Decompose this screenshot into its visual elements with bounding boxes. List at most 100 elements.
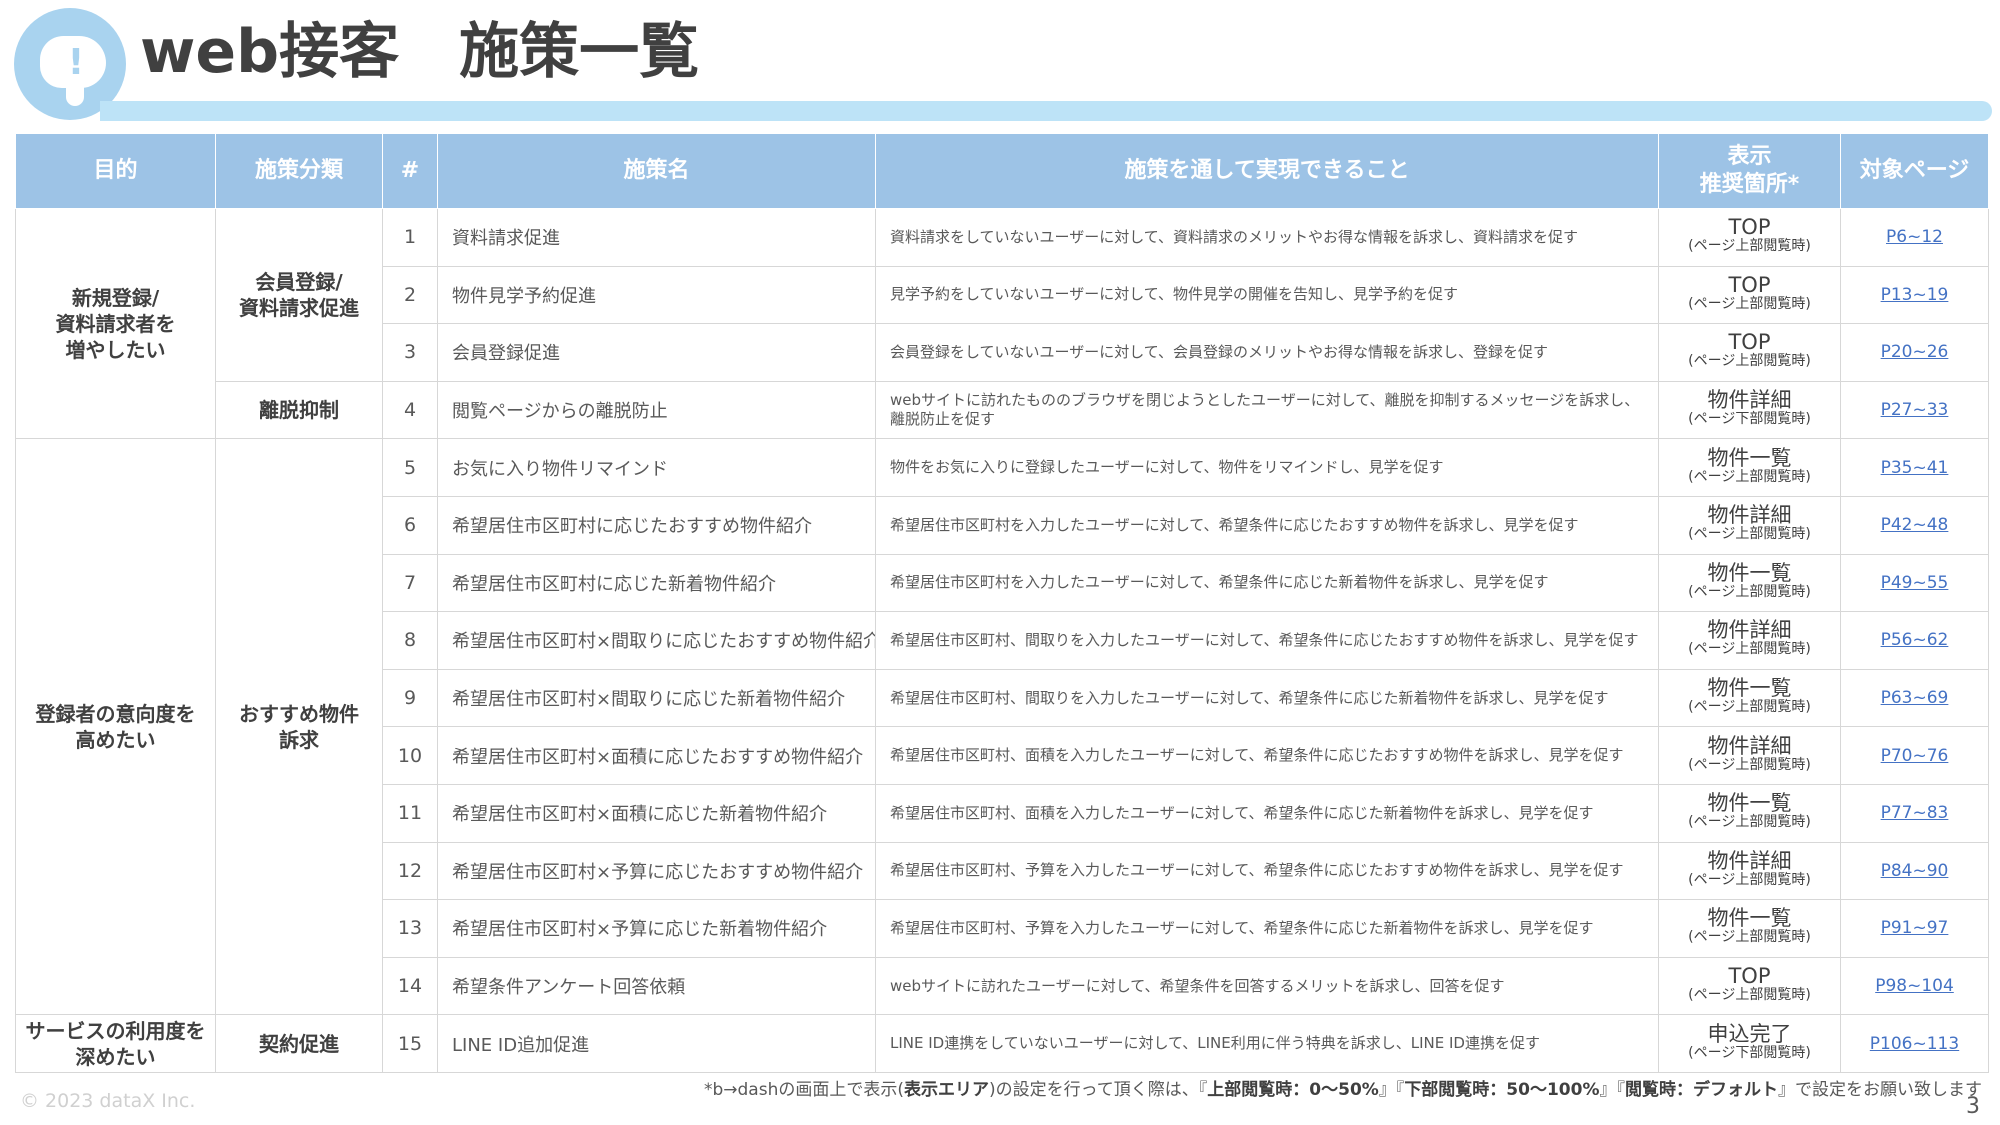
display-area-timing: (ページ上部閲覧時) (1688, 353, 1811, 370)
row-number: 11 (382, 783, 438, 843)
measure-name: LINE ID追加促進 (437, 1014, 876, 1073)
target-pages-cell: P13~19 (1840, 265, 1989, 325)
display-area-page: TOP (1728, 330, 1771, 355)
target-pages-link[interactable]: P20~26 (1881, 342, 1949, 362)
target-pages-link[interactable]: P98~104 (1875, 976, 1954, 996)
target-pages-link[interactable]: P77~83 (1881, 803, 1949, 823)
display-area-page: 物件詳細 (1707, 503, 1792, 528)
measure-description: 希望居住市区町村、予算を入力したユーザーに対して、希望条件に応じたおすすめ物件を… (875, 841, 1659, 901)
header-target-pages: 対象ページ (1840, 133, 1989, 209)
footnote-bold: 下部閲覧時：50～100% (1404, 1080, 1600, 1100)
target-pages-link[interactable]: P6~12 (1886, 227, 1943, 247)
footnote: *b→dashの画面上で表示(表示エリア)の設定を行って頂く際は、『上部閲覧時：… (704, 1075, 1982, 1100)
display-area-timing: (ページ上部閲覧時) (1688, 641, 1811, 658)
target-pages-link[interactable]: P27~33 (1881, 400, 1949, 420)
purpose-cell: 登録者の意向度を 高めたい (15, 438, 216, 1016)
measure-name: 希望居住市区町村×面積に応じたおすすめ物件紹介 (437, 726, 876, 785)
target-pages-link[interactable]: P91~97 (1881, 918, 1949, 938)
measure-description: 物件をお気に入りに登録したユーザーに対して、物件をリマインドし、見学を促す (875, 438, 1659, 497)
measure-description: webサイトに訪れたもののブラウザを閉じようとしたユーザーに対して、離脱を抑制す… (875, 380, 1659, 440)
measure-name: 希望居住市区町村×予算に応じたおすすめ物件紹介 (437, 841, 876, 901)
header-category: 施策分類 (215, 133, 383, 209)
target-pages-link[interactable]: P56~62 (1881, 630, 1949, 650)
row-number: 12 (382, 841, 438, 901)
target-pages-cell: P49~55 (1840, 553, 1989, 613)
target-pages-cell: P42~48 (1840, 495, 1989, 555)
header-achievable: 施策を通して実現できること (875, 133, 1659, 209)
display-area-page: 物件一覧 (1707, 445, 1792, 470)
display-area-page: 物件詳細 (1707, 388, 1792, 413)
table-row: 新規登録/ 資料請求者を 増やしたい 会員登録/ 資料請求促進 1 資料請求促進 資料請… (15, 207, 1989, 440)
measure-description: 希望居住市区町村を入力したユーザーに対して、希望条件に応じたおすすめ物件を訴求し… (875, 495, 1659, 555)
measure-name: 希望居住市区町村×予算に応じた新着物件紹介 (437, 899, 876, 958)
category-cell: おすすめ物件 訴求 (215, 438, 383, 1016)
measure-description: 希望居住市区町村、間取りを入力したユーザーに対して、希望条件に応じた新着物件を訴… (875, 668, 1659, 728)
footnote-bold: 表示エリア (903, 1080, 989, 1100)
display-area-timing: (ページ上部閲覧時) (1688, 929, 1811, 946)
display-area-timing: (ページ上部閲覧時) (1688, 756, 1811, 773)
target-pages-cell: P91~97 (1840, 899, 1989, 958)
row-number: 5 (382, 438, 438, 497)
display-area-page: TOP (1728, 964, 1771, 989)
footnote-bold: 閲覧時：デフォルト (1625, 1080, 1778, 1100)
row-number: 9 (382, 668, 438, 728)
display-area-page: 物件一覧 (1707, 676, 1792, 701)
display-area-page: 物件一覧 (1707, 560, 1792, 585)
target-pages-cell: P20~26 (1840, 323, 1989, 382)
target-pages-link[interactable]: P49~55 (1881, 573, 1949, 593)
page-title: web接客 施策一覧 (140, 17, 700, 87)
display-area-timing: (ページ上部閲覧時) (1688, 871, 1811, 888)
footnote-bold: 上部閲覧時：0～50% (1207, 1080, 1379, 1100)
display-area-timing: (ページ上部閲覧時) (1688, 468, 1811, 485)
target-pages-link[interactable]: P35~41 (1881, 458, 1949, 478)
measure-name: 希望居住市区町村×間取りに応じたおすすめ物件紹介 (437, 611, 876, 670)
display-area-cell: 物件一覧 (ページ上部閲覧時) (1658, 553, 1841, 613)
measure-name: 希望居住市区町村に応じたおすすめ物件紹介 (437, 495, 876, 555)
display-area-page: 物件一覧 (1707, 906, 1792, 931)
measure-description: 希望居住市区町村、面積を入力したユーザーに対して、希望条件に応じた新着物件を訴求… (875, 783, 1659, 843)
display-area-cell: 物件詳細 (ページ下部閲覧時) (1658, 380, 1841, 440)
measure-description: 資料請求をしていないユーザーに対して、資料請求のメリットやお得な情報を訴求し、資… (875, 208, 1659, 267)
display-area-timing: (ページ上部閲覧時) (1688, 295, 1811, 312)
display-area-cell: 申込完了 (ページ下部閲覧時) (1658, 1014, 1841, 1073)
display-area-cell: 物件一覧 (ページ上部閲覧時) (1658, 438, 1841, 497)
display-area-page: TOP (1728, 272, 1771, 297)
target-pages-link[interactable]: P13~19 (1881, 285, 1949, 305)
display-area-timing: (ページ下部閲覧時) (1688, 1044, 1811, 1061)
table-row: 登録者の意向度を 高めたい おすすめ物件 訴求 5 お気に入り物件リマインド 物件をお気… (15, 438, 1989, 1016)
display-area-cell: 物件詳細 (ページ上部閲覧時) (1658, 726, 1841, 785)
target-pages-link[interactable]: P106~113 (1870, 1034, 1959, 1054)
measure-name: 閲覧ページからの離脱防止 (437, 380, 876, 440)
target-pages-link[interactable]: P70~76 (1881, 746, 1949, 766)
row-number: 3 (382, 323, 438, 382)
display-area-timing: (ページ上部閲覧時) (1688, 526, 1811, 543)
display-area-timing: (ページ上部閲覧時) (1688, 814, 1811, 831)
target-pages-cell: P27~33 (1840, 380, 1989, 440)
footnote-text: 』で設定をお願い致します (1778, 1080, 1982, 1100)
table-header-row: 目的 施策分類 # 施策名 施策を通して実現できること 表示 推奨箇所* 対象ペ… (15, 133, 1989, 209)
target-pages-link[interactable]: P42~48 (1881, 515, 1949, 535)
display-area-timing: (ページ下部閲覧時) (1688, 411, 1811, 428)
target-pages-link[interactable]: P84~90 (1881, 861, 1949, 881)
display-area-timing: (ページ上部閲覧時) (1688, 699, 1811, 716)
display-area-cell: 物件一覧 (ページ上部閲覧時) (1658, 783, 1841, 843)
table-row: 離脱抑制 4 閲覧ページからの離脱防止 webサイトに訪れたもののブラウザを閉じようと… (16, 380, 1989, 440)
measure-description: 会員登録をしていないユーザーに対して、会員登録のメリットやお得な情報を訴求し、登… (875, 323, 1659, 382)
display-area-cell: TOP (ページ上部閲覧時) (1658, 956, 1841, 1016)
target-pages-cell: P84~90 (1840, 841, 1989, 901)
measure-name: 希望居住市区町村に応じた新着物件紹介 (437, 553, 876, 613)
header-number: # (382, 133, 438, 209)
display-area-cell: TOP (ページ上部閲覧時) (1658, 208, 1841, 267)
purpose-cell: サービスの利用度を 深めたい (15, 1014, 216, 1073)
footnote-text: *b→dashの画面上で表示( (703, 1080, 904, 1100)
target-pages-cell: P77~83 (1840, 783, 1989, 843)
header-measure-name: 施策名 (437, 133, 876, 209)
target-pages-link[interactable]: P63~69 (1881, 688, 1949, 708)
display-area-page: 物件詳細 (1707, 848, 1792, 873)
measure-name: 希望居住市区町村×間取りに応じた新着物件紹介 (437, 668, 876, 728)
target-pages-cell: P6~12 (1840, 208, 1989, 267)
row-number: 8 (382, 611, 438, 670)
display-area-cell: 物件詳細 (ページ上部閲覧時) (1658, 841, 1841, 901)
target-pages-cell: P35~41 (1840, 438, 1989, 497)
title-underline-bar (100, 101, 1992, 121)
